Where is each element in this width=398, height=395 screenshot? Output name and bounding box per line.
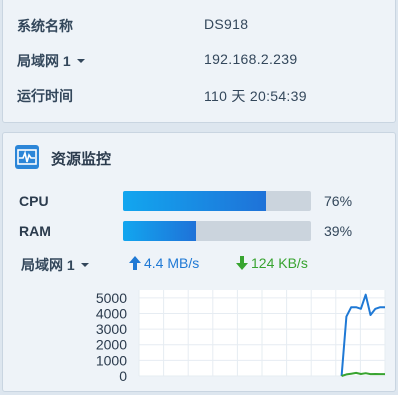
- ram-label: RAM: [19, 223, 51, 239]
- network-chart: 500040003000200010000: [96, 290, 386, 384]
- system-info-panel: 系统名称 DS918 局域网 1 192.168.2.239 运行时间 110 …: [2, 0, 396, 123]
- system-name-value: DS918: [204, 16, 249, 32]
- info-row-system-name: 系统名称 DS918: [17, 16, 385, 36]
- ram-meter: RAM 39%: [19, 221, 389, 243]
- arrow-up-icon: [129, 256, 141, 270]
- network-interface-select[interactable]: 局域网 1: [21, 255, 89, 275]
- y-tick-label: 2000: [96, 337, 127, 353]
- lan-ip-value: 192.168.2.239: [204, 51, 298, 67]
- y-tick-label: 5000: [96, 290, 127, 306]
- upload-speed-value: 4.4 MB/s: [144, 255, 200, 271]
- download-speed-value: 124 KB/s: [251, 255, 308, 271]
- uptime-value: 110 天 20:54:39: [204, 88, 307, 104]
- arrow-down-icon: [236, 256, 248, 270]
- y-tick-label: 0: [119, 368, 127, 384]
- lan-label: 局域网 1: [17, 53, 71, 69]
- cpu-bar-fill: [123, 191, 266, 211]
- y-tick-label: 3000: [96, 321, 127, 337]
- upload-speed: 4.4 MB/s: [129, 255, 199, 271]
- chevron-down-icon: [80, 263, 89, 268]
- info-row-lan: 局域网 1 192.168.2.239: [17, 51, 385, 71]
- cpu-percent: 76%: [324, 193, 353, 209]
- cpu-label: CPU: [19, 193, 49, 209]
- cpu-meter: CPU 76%: [19, 191, 389, 213]
- ram-bar-fill: [123, 221, 197, 241]
- uptime-label: 运行时间: [17, 88, 73, 104]
- ram-percent: 39%: [324, 223, 353, 239]
- download-speed: 124 KB/s: [236, 255, 308, 271]
- y-tick-label: 4000: [96, 305, 127, 321]
- resource-monitor-panel: 资源监控 CPU 76% RAM 39% 局域网 1 4.4 MB/s 124 …: [2, 132, 396, 392]
- y-tick-label: 1000: [96, 352, 127, 368]
- widget-title: 资源监控: [51, 151, 112, 168]
- cpu-bar-track: [123, 191, 311, 211]
- info-row-uptime: 运行时间 110 天 20:54:39: [17, 86, 385, 106]
- system-name-label: 系统名称: [17, 18, 73, 34]
- chevron-down-icon: [76, 59, 85, 64]
- pulse-monitor-icon: [15, 145, 39, 169]
- lan-select[interactable]: 局域网 1: [17, 51, 85, 71]
- network-interface-label: 局域网 1: [21, 257, 75, 273]
- ram-bar-track: [123, 221, 311, 241]
- network-row: 局域网 1 4.4 MB/s 124 KB/s: [21, 255, 391, 275]
